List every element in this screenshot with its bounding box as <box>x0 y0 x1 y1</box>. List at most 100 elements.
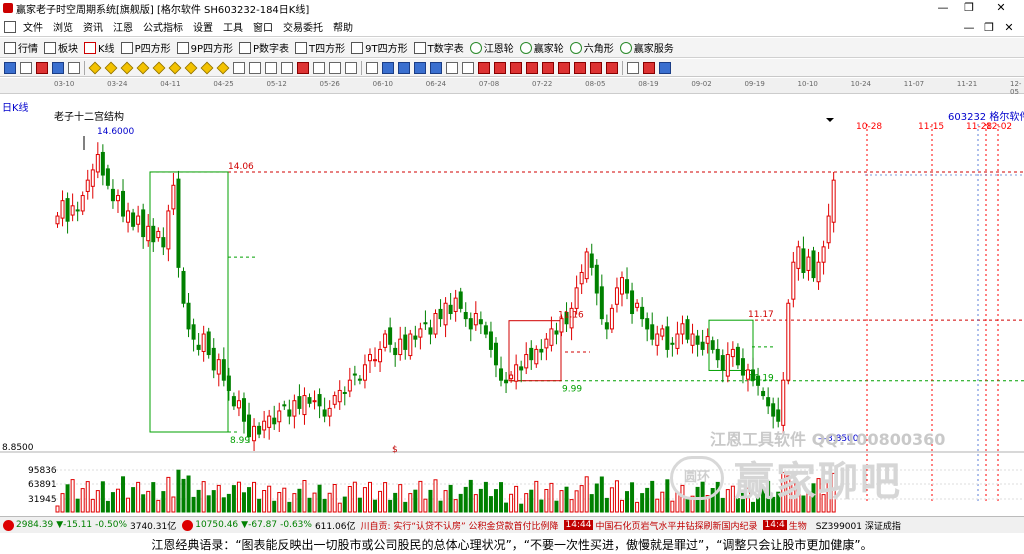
candle-body[interactable] <box>700 341 705 350</box>
candle-body[interactable] <box>277 410 282 423</box>
candle-body[interactable] <box>131 212 136 227</box>
candle-body[interactable] <box>383 333 388 348</box>
candle-body[interactable] <box>645 318 650 330</box>
candle-body[interactable] <box>85 179 90 192</box>
candle-body[interactable] <box>231 396 236 407</box>
candle-body[interactable] <box>725 354 730 377</box>
candle-body[interactable] <box>110 188 115 202</box>
draw-tool-icon-14[interactable] <box>233 61 245 74</box>
candle-body[interactable] <box>292 400 297 417</box>
candle-body[interactable] <box>504 379 509 384</box>
candle-body[interactable] <box>821 246 826 263</box>
draw-tool-icon-13[interactable] <box>216 61 230 74</box>
toolbar-9t-square[interactable]: 9T四方形 <box>351 40 408 55</box>
menu-settings[interactable]: 设置 <box>188 19 218 34</box>
toolbar-kline[interactable]: K线 <box>84 40 115 55</box>
index-code[interactable]: SZ399001 深证成指 <box>816 519 901 532</box>
candle-body[interactable] <box>604 322 609 330</box>
draw-tool-icon-2[interactable] <box>36 61 48 74</box>
candle-body[interactable] <box>272 417 277 425</box>
draw-tool-icon-25[interactable] <box>414 61 426 74</box>
draw-tool-icon-7[interactable] <box>120 61 134 74</box>
candle-body[interactable] <box>640 306 645 320</box>
draw-tool-icon-19[interactable] <box>313 61 325 74</box>
draw-tool-icon-28[interactable] <box>462 61 474 74</box>
menu-formula[interactable]: 公式指标 <box>138 19 188 34</box>
candle-body[interactable] <box>352 373 357 376</box>
candle-body[interactable] <box>574 287 579 309</box>
candle-body[interactable] <box>141 209 146 238</box>
draw-tool-icon-35[interactable] <box>574 61 586 74</box>
candle-body[interactable] <box>332 395 337 405</box>
candle-body[interactable] <box>322 409 327 417</box>
candle-body[interactable] <box>156 230 161 239</box>
candle-body[interactable] <box>529 347 534 361</box>
draw-tool-icon-31[interactable] <box>510 61 522 74</box>
candle-body[interactable] <box>342 392 347 395</box>
candle-body[interactable] <box>302 395 307 416</box>
close-button[interactable]: ✕ <box>994 1 1008 14</box>
candle-body[interactable] <box>715 348 720 361</box>
candle-body[interactable] <box>287 409 292 417</box>
candle-body[interactable] <box>262 420 267 431</box>
candle-body[interactable] <box>735 346 740 366</box>
candle-body[interactable] <box>594 264 599 294</box>
candle-body[interactable] <box>367 354 372 362</box>
candle-body[interactable] <box>257 425 262 435</box>
toolbar-p-table[interactable]: P数字表 <box>239 40 289 55</box>
child-close-button[interactable]: ✕ <box>1002 21 1016 34</box>
candle-body[interactable] <box>282 404 287 407</box>
draw-tool-icon-18[interactable] <box>297 61 309 74</box>
candle-body[interactable] <box>806 256 811 271</box>
candle-body[interactable] <box>468 318 473 330</box>
candle-body[interactable] <box>403 334 408 350</box>
candle-body[interactable] <box>413 335 418 340</box>
draw-tool-icon-24[interactable] <box>398 61 410 74</box>
toolbar-t-table[interactable]: T数字表 <box>413 40 464 55</box>
candle-body[interactable] <box>307 397 312 404</box>
draw-tool-icon-9[interactable] <box>152 61 166 74</box>
candle-body[interactable] <box>473 313 478 326</box>
candle-body[interactable] <box>730 348 735 358</box>
candle-body[interactable] <box>579 271 584 285</box>
candle-body[interactable] <box>161 237 166 248</box>
candle-body[interactable] <box>614 287 619 305</box>
candle-body[interactable] <box>766 397 771 407</box>
candle-body[interactable] <box>317 394 322 407</box>
toolbar-t-square[interactable]: T四方形 <box>295 40 345 55</box>
candle-body[interactable] <box>549 328 554 346</box>
draw-tool-icon-23[interactable] <box>382 61 394 74</box>
candle-body[interactable] <box>297 396 302 409</box>
candle-body[interactable] <box>488 331 493 350</box>
draw-tool-icon-15[interactable] <box>249 61 261 74</box>
candle-body[interactable] <box>241 398 246 422</box>
draw-tool-icon-5[interactable] <box>88 61 102 74</box>
candle-body[interactable] <box>554 330 559 335</box>
candle-body[interactable] <box>665 326 670 350</box>
menu-browse[interactable]: 浏览 <box>48 19 78 34</box>
candle-body[interactable] <box>408 333 413 357</box>
draw-tool-icon-6[interactable] <box>104 61 118 74</box>
candle-body[interactable] <box>539 348 544 353</box>
candle-body[interactable] <box>589 253 594 268</box>
candle-body[interactable] <box>519 366 524 371</box>
candle-body[interactable] <box>831 179 836 223</box>
candle-body[interactable] <box>478 319 483 325</box>
candle-body[interactable] <box>75 209 80 212</box>
draw-tool-icon-8[interactable] <box>136 61 150 74</box>
candle-body[interactable] <box>221 359 226 381</box>
candle-body[interactable] <box>90 169 95 187</box>
candle-body[interactable] <box>171 184 176 210</box>
candle-body[interactable] <box>121 190 126 217</box>
candle-body[interactable] <box>650 324 655 340</box>
menu-tools[interactable]: 工具 <box>218 19 248 34</box>
toolbar-gann-wheel[interactable]: 江恩轮 <box>469 40 514 55</box>
candle-body[interactable] <box>524 354 529 369</box>
candle-body[interactable] <box>463 311 468 320</box>
candle-body[interactable] <box>206 331 211 356</box>
candle-body[interactable] <box>136 215 141 225</box>
draw-tool-icon-38[interactable] <box>627 61 639 74</box>
candle-body[interactable] <box>312 400 317 403</box>
candle-body[interactable] <box>705 336 710 344</box>
draw-tool-icon-4[interactable] <box>68 61 80 74</box>
